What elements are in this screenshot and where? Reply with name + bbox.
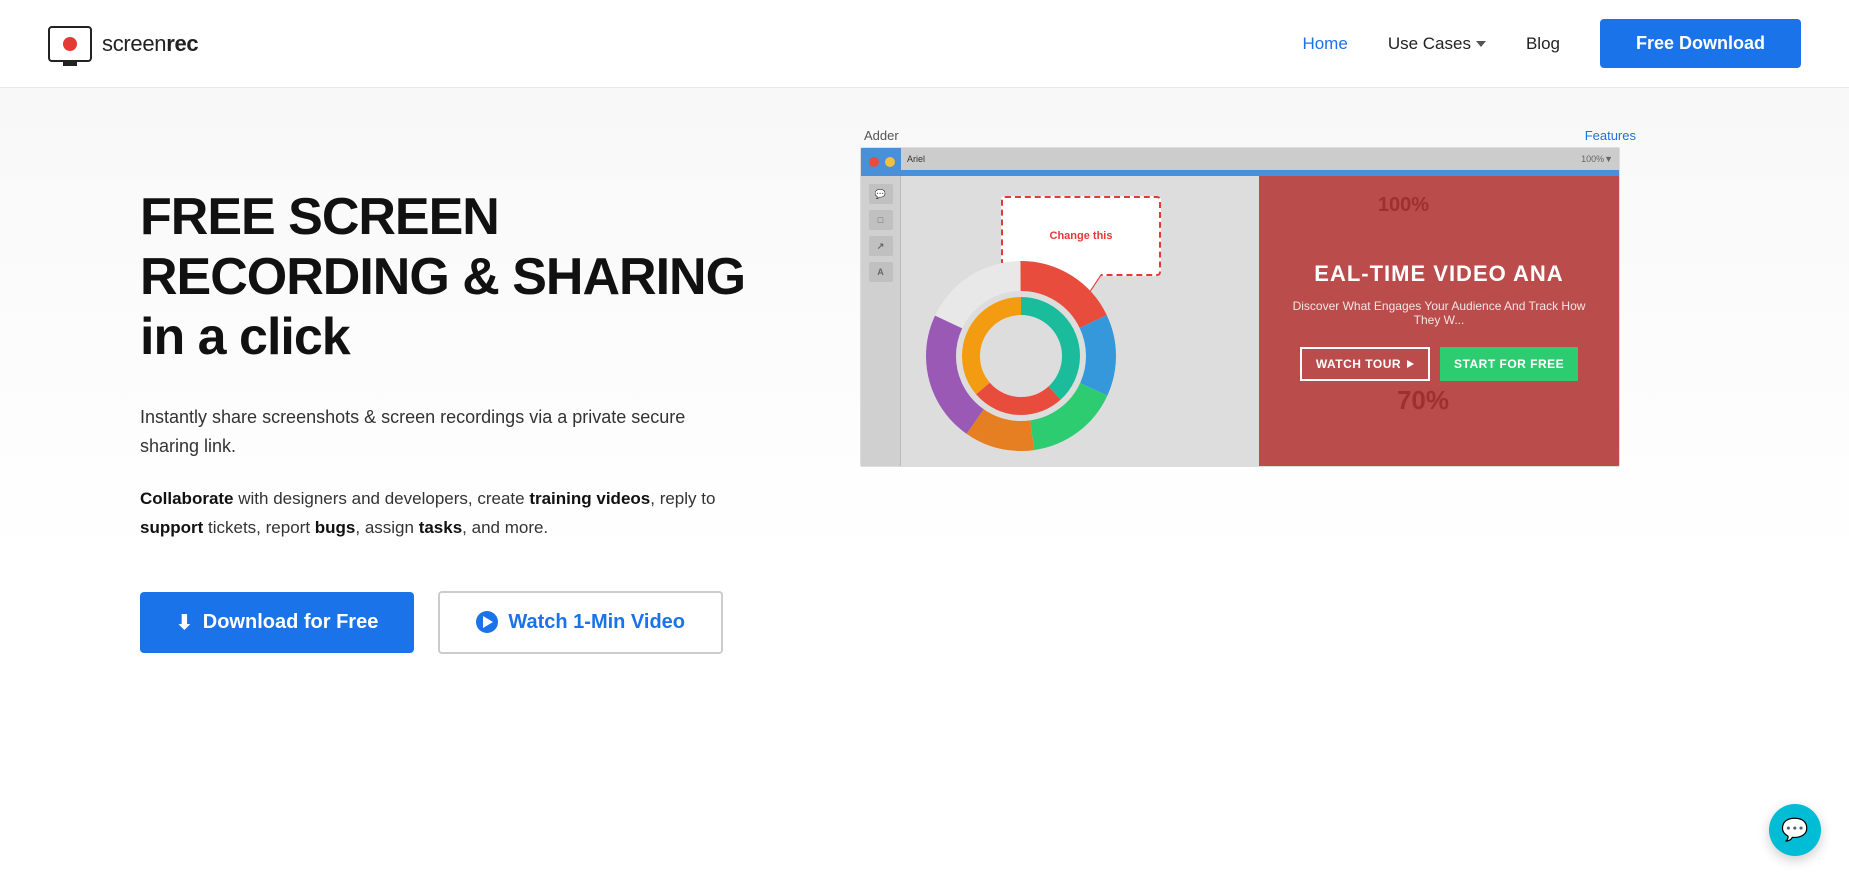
tools-panel: 💬 □ ↗ A xyxy=(861,176,901,466)
start-for-free-button[interactable]: START FOR FREE xyxy=(1440,347,1578,381)
free-download-button[interactable]: Free Download xyxy=(1600,19,1801,68)
arrow-right-icon xyxy=(1407,360,1414,368)
download-for-free-button[interactable]: ⬇ Download for Free xyxy=(140,592,414,653)
nav-use-cases[interactable]: Use Cases xyxy=(1388,34,1486,54)
monitor-stand xyxy=(63,61,77,66)
chevron-down-icon xyxy=(1476,41,1486,47)
tool-arrow: ↗ xyxy=(869,236,893,256)
watch-tour-button[interactable]: WATCH TOUR xyxy=(1300,347,1430,381)
hero-title: FREE SCREEN RECORDING & SHARING in a cli… xyxy=(140,188,780,367)
collaborate-text: Collaborate xyxy=(140,489,234,508)
ss-overlay-panel: EAL-TIME VIDEO ANA Discover What Engages… xyxy=(1259,176,1619,466)
nav-blog[interactable]: Blog xyxy=(1526,34,1560,54)
chat-bubble[interactable]: 💬 xyxy=(1769,804,1821,856)
tool-text: A xyxy=(869,262,893,282)
tasks-text: tasks xyxy=(419,518,462,537)
hero-buttons: ⬇ Download for Free Watch 1-Min Video xyxy=(140,591,820,654)
hero-section: FREE SCREEN RECORDING & SHARING in a cli… xyxy=(0,88,1849,884)
hero-description: Collaborate with designers and developer… xyxy=(140,485,720,543)
logo-text: screenrec xyxy=(102,31,198,57)
training-videos-text: training videos xyxy=(529,489,650,508)
features-label: Features xyxy=(1585,128,1636,143)
hero-left: FREE SCREEN RECORDING & SHARING in a cli… xyxy=(140,148,820,654)
adder-label: Adder xyxy=(864,128,899,143)
tool-rect: □ xyxy=(869,210,893,230)
bugs-text: bugs xyxy=(315,518,356,537)
toolbar-font-label: Ariel xyxy=(907,154,925,164)
support-text: support xyxy=(140,518,203,537)
download-icon: ⬇ xyxy=(176,610,193,635)
logo[interactable]: screenrec xyxy=(48,26,198,62)
chat-bubble-icon: 💬 xyxy=(1781,817,1808,843)
nav-links: Home Use Cases Blog Free Download xyxy=(1302,19,1801,68)
overlay-title: EAL-TIME VIDEO ANA xyxy=(1314,261,1563,287)
logo-text-bold: rec xyxy=(166,31,198,56)
overlay-subtitle: Discover What Engages Your Audience And … xyxy=(1279,299,1599,327)
close-dot xyxy=(869,157,879,167)
overlay-buttons: WATCH TOUR START FOR FREE xyxy=(1300,347,1578,381)
logo-text-light: screen xyxy=(102,31,166,56)
record-dot-icon xyxy=(63,37,77,51)
screenshot-container: ScreenRec Image Edito... Ariel 100%▼ 💬 □… xyxy=(860,147,1620,467)
toolbar-controls: 100%▼ xyxy=(1581,154,1613,164)
play-icon xyxy=(476,611,498,633)
ss-toolbar: Ariel 100%▼ xyxy=(901,148,1619,170)
watch-video-button[interactable]: Watch 1-Min Video xyxy=(438,591,723,654)
nav-home[interactable]: Home xyxy=(1302,34,1347,54)
logo-icon xyxy=(48,26,92,62)
navbar: screenrec Home Use Cases Blog Free Downl… xyxy=(0,0,1849,88)
tool-chat: 💬 xyxy=(869,184,893,204)
donut-chart xyxy=(921,256,1121,456)
minimize-dot xyxy=(885,157,895,167)
hero-right: Adder Features ScreenRec Image Edito... … xyxy=(860,128,1801,467)
hero-image: Adder Features ScreenRec Image Edito... … xyxy=(860,128,1640,467)
screenshot-content: 💬 □ ↗ A Change this xyxy=(861,176,1619,466)
ss-main-content: Change this xyxy=(901,176,1619,466)
hero-subtitle: Instantly share screenshots & screen rec… xyxy=(140,403,720,461)
